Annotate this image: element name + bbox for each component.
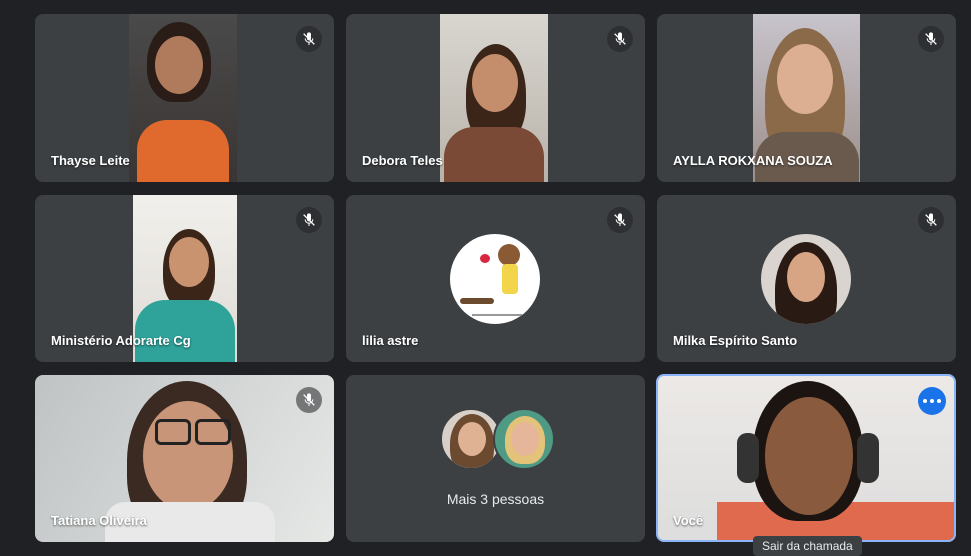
participant-tile-tatiana[interactable]: Tatiana Oliveira [35,375,334,542]
participant-tile-debora[interactable]: Debora Teles [346,14,645,182]
more-participants-tile[interactable]: Mais 3 pessoas [346,375,645,542]
mic-off-icon [296,387,322,413]
participant-video [129,14,237,182]
avatar [761,234,851,324]
participant-name: Thayse Leite [51,153,130,168]
participant-tile-ministerio[interactable]: Ministério Adorarte Cg [35,195,334,362]
mic-off-icon [918,26,944,52]
leave-call-tooltip: Sair da chamada [753,536,862,556]
participant-tile-lilia[interactable]: lilia astre [346,195,645,362]
participant-name: Você [673,513,704,528]
mic-off-icon [607,207,633,233]
more-options-icon[interactable] [918,387,946,415]
avatar [450,234,540,324]
avatar [493,408,555,470]
participant-name: Ministério Adorarte Cg [51,333,191,348]
participant-name: AYLLA ROKXANA SOUZA [673,153,833,168]
mic-off-icon [296,26,322,52]
participant-name: Milka Espírito Santo [673,333,798,348]
participant-tile-thayse[interactable]: Thayse Leite [35,14,334,182]
participant-name: Tatiana Oliveira [51,513,147,528]
participant-name: lilia astre [362,333,419,348]
participant-video [440,14,548,182]
mic-off-icon [296,207,322,233]
mic-off-icon [607,26,633,52]
more-participants-label: Mais 3 pessoas [446,491,545,507]
participant-tile-self[interactable]: Você [657,375,956,542]
participant-tile-aylla[interactable]: AYLLA ROKXANA SOUZA [657,14,956,182]
mic-off-icon [918,207,944,233]
participant-tile-milka[interactable]: Milka Espírito Santo [657,195,956,362]
participant-name: Debora Teles [362,153,443,168]
